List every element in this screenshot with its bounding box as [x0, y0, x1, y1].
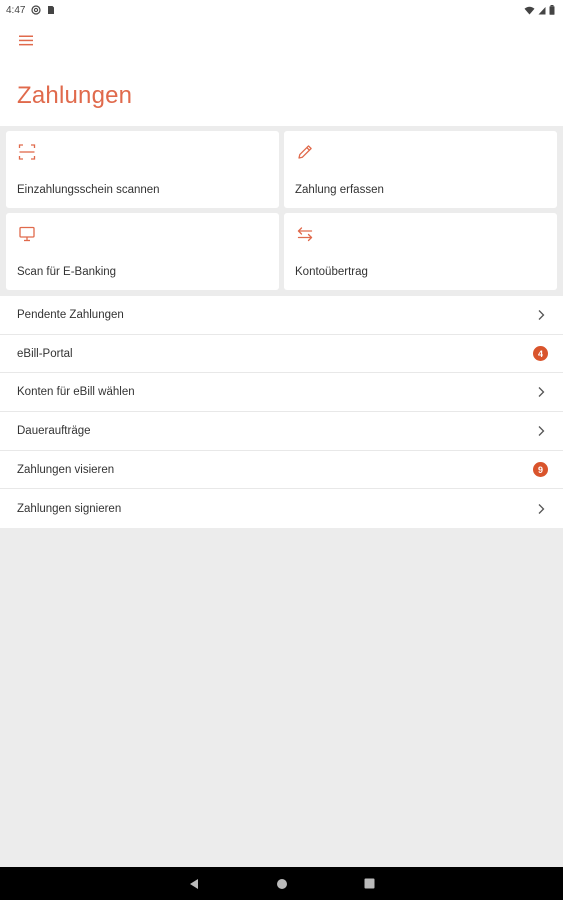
list-item-approve-payments[interactable]: Zahlungen visieren 9: [0, 451, 563, 490]
chevron-right-icon: [538, 387, 545, 398]
notification-badge: 9: [533, 462, 548, 478]
status-left: 4:47: [6, 5, 55, 16]
back-icon[interactable]: [186, 876, 202, 892]
tile-label: Kontoübertrag: [295, 266, 368, 278]
list-item-pending-payments[interactable]: Pendente Zahlungen: [0, 296, 563, 335]
tile-account-transfer[interactable]: Kontoübertrag: [284, 213, 557, 290]
page-title: Zahlungen: [17, 82, 133, 109]
system-nav-bar: [0, 867, 563, 900]
at-sign-icon: [31, 5, 42, 15]
tile-label: Scan für E-Banking: [17, 266, 117, 278]
status-bar: 4:47: [0, 0, 563, 20]
list-item-standing-orders[interactable]: Daueraufträge: [0, 412, 563, 451]
status-time: 4:47: [6, 4, 26, 16]
home-icon[interactable]: [274, 876, 290, 892]
monitor-icon: [18, 225, 36, 243]
list-item-label: Konten für eBill wählen: [17, 386, 135, 399]
notification-badge: 4: [533, 346, 548, 362]
scan-frame-icon: [18, 143, 36, 161]
list-item-label: Daueraufträge: [17, 424, 91, 437]
app-screen: 4:47 Zahlungen Einzahlungsschein scannen…: [0, 0, 563, 900]
chevron-right-icon: [538, 309, 545, 320]
list-item-label: eBill-Portal: [17, 347, 73, 360]
app-header: Zahlungen: [0, 20, 563, 126]
tile-label: Zahlung erfassen: [295, 184, 384, 196]
list-item-ebill-portal[interactable]: eBill-Portal 4: [0, 335, 563, 374]
hamburger-menu-icon[interactable]: [14, 30, 38, 50]
list-item-label: Zahlungen visieren: [17, 463, 115, 476]
list-item-sign-payments[interactable]: Zahlungen signieren: [0, 489, 563, 528]
tile-create-payment[interactable]: Zahlung erfassen: [284, 131, 557, 208]
recents-icon[interactable]: [362, 876, 378, 892]
list-item-ebill-accounts[interactable]: Konten für eBill wählen: [0, 373, 563, 413]
pencil-icon: [296, 143, 314, 161]
status-right: [524, 5, 555, 15]
signal-icon: [538, 6, 546, 15]
wifi-icon: [524, 6, 535, 15]
tile-scan-ebanking[interactable]: Scan für E-Banking: [6, 213, 279, 290]
tile-label: Einzahlungsschein scannen: [17, 184, 160, 196]
chevron-right-icon: [538, 425, 545, 436]
list-item-label: Zahlungen signieren: [17, 502, 122, 515]
sim-card-icon: [47, 5, 55, 15]
payments-menu-list: Pendente Zahlungen eBill-Portal 4 Konten…: [0, 296, 563, 529]
action-tiles: Einzahlungsschein scannen Zahlung erfass…: [6, 131, 557, 290]
list-item-label: Pendente Zahlungen: [17, 308, 124, 321]
battery-icon: [549, 5, 555, 15]
chevron-right-icon: [538, 503, 545, 514]
transfer-arrows-icon: [296, 225, 314, 243]
tile-scan-payment-slip[interactable]: Einzahlungsschein scannen: [6, 131, 279, 208]
